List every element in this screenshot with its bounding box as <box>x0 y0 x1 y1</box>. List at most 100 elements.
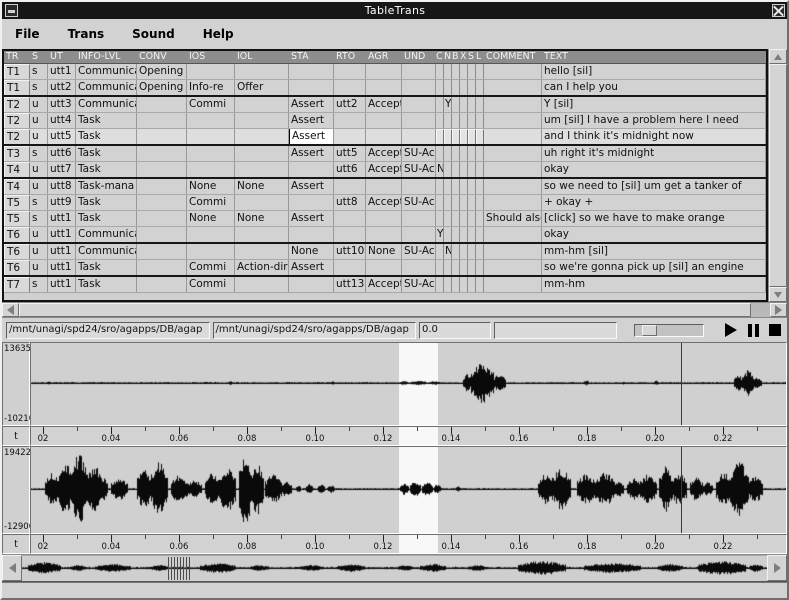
cell-l[interactable] <box>476 64 484 79</box>
cell-ut[interactable]: utt9 <box>48 195 76 210</box>
cell-n[interactable]: Y <box>444 97 452 112</box>
cell-conv[interactable] <box>137 129 187 144</box>
cell-conv[interactable]: Opening <box>137 80 187 95</box>
cell-sta[interactable]: None <box>289 244 334 259</box>
cell-s[interactable]: s <box>30 80 48 95</box>
cell-sta[interactable]: Assert <box>289 113 334 128</box>
cell-info[interactable]: Communicat <box>76 97 137 112</box>
cell-l[interactable] <box>476 162 484 177</box>
cell-x[interactable] <box>460 129 468 144</box>
cell-ios[interactable] <box>187 146 235 161</box>
cell-n[interactable] <box>444 162 452 177</box>
cell-s2[interactable] <box>468 113 476 128</box>
cell-sta[interactable] <box>289 227 334 242</box>
cell-s[interactable]: s <box>30 146 48 161</box>
cell-sta[interactable] <box>289 80 334 95</box>
menu-item-file[interactable]: File <box>15 27 40 41</box>
cell-conv[interactable] <box>137 195 187 210</box>
cell-comment[interactable] <box>484 179 542 194</box>
cell-rto[interactable] <box>334 260 366 275</box>
cell-tr[interactable]: T6 <box>4 244 30 259</box>
horizontal-scroll-thumb[interactable] <box>19 303 751 317</box>
cell-s2[interactable] <box>468 227 476 242</box>
cell-n[interactable] <box>444 146 452 161</box>
cell-agr[interactable]: Accept <box>366 146 402 161</box>
cell-conv[interactable]: Opening <box>137 64 187 79</box>
scroll-up-button[interactable] <box>769 49 787 64</box>
cell-c[interactable]: N <box>436 162 444 177</box>
cell-iol[interactable] <box>235 113 289 128</box>
cell-und[interactable] <box>402 64 436 79</box>
cell-info[interactable]: Task-mana <box>76 179 137 194</box>
cell-c[interactable] <box>436 179 444 194</box>
cell-text[interactable]: mm-hm [sil] <box>542 244 766 259</box>
audio-file-path-2[interactable]: /mnt/unagi/spd24/sro/agapps/DB/agap <box>213 322 417 339</box>
cell-comment[interactable] <box>484 244 542 259</box>
cell-text[interactable]: so we need to [sil] um get a tanker of <box>542 179 766 194</box>
cell-conv[interactable] <box>137 260 187 275</box>
cell-ios[interactable] <box>187 113 235 128</box>
cell-c[interactable]: Y <box>436 227 444 242</box>
cell-x[interactable] <box>460 227 468 242</box>
cell-l[interactable] <box>476 80 484 95</box>
cell-iol[interactable]: Action-dir <box>235 260 289 275</box>
cell-n[interactable] <box>444 195 452 210</box>
cell-x[interactable] <box>460 260 468 275</box>
cell-conv[interactable] <box>137 227 187 242</box>
cell-ios[interactable]: None <box>187 179 235 194</box>
cell-s2[interactable] <box>468 260 476 275</box>
cell-und[interactable]: SU-Ac <box>402 195 436 210</box>
cell-agr[interactable]: Accept <box>366 277 402 292</box>
cell-c[interactable] <box>436 113 444 128</box>
cell-iol[interactable] <box>235 227 289 242</box>
cell-l[interactable] <box>476 129 484 144</box>
cell-b[interactable] <box>452 179 460 194</box>
cell-x[interactable] <box>460 211 468 226</box>
cell-x[interactable] <box>460 113 468 128</box>
cell-und[interactable] <box>402 260 436 275</box>
cell-c[interactable] <box>436 195 444 210</box>
cell-b[interactable] <box>452 113 460 128</box>
cell-iol[interactable] <box>235 129 289 144</box>
cell-agr[interactable] <box>366 211 402 226</box>
cell-b[interactable] <box>452 129 460 144</box>
cell-rto[interactable] <box>334 211 366 226</box>
cell-n[interactable] <box>444 227 452 242</box>
cell-b[interactable] <box>452 80 460 95</box>
cell-iol[interactable]: None <box>235 179 289 194</box>
cell-und[interactable]: SU-Ac <box>402 244 436 259</box>
cell-ut[interactable]: utt1 <box>48 244 76 259</box>
cell-iol[interactable]: None <box>235 211 289 226</box>
cell-c[interactable] <box>436 129 444 144</box>
cell-tr[interactable]: T1 <box>4 64 30 79</box>
cell-ios[interactable] <box>187 64 235 79</box>
cell-s2[interactable] <box>468 97 476 112</box>
cell-agr[interactable] <box>366 227 402 242</box>
cell-und[interactable]: SU-Ac <box>402 162 436 177</box>
cell-n[interactable] <box>444 179 452 194</box>
cell-conv[interactable] <box>137 162 187 177</box>
time-axis-strip-1[interactable]: 020.040.060.080.100.120.140.160.180.200.… <box>30 426 787 446</box>
cell-s[interactable]: u <box>30 227 48 242</box>
cell-und[interactable]: SU-Ac <box>402 146 436 161</box>
cell-agr[interactable] <box>366 64 402 79</box>
cell-und[interactable] <box>402 179 436 194</box>
cell-text[interactable]: can I help you <box>542 80 766 95</box>
cell-ut[interactable]: utt7 <box>48 162 76 177</box>
cell-info[interactable]: Task <box>76 129 137 144</box>
cell-conv[interactable] <box>137 277 187 292</box>
vertical-scrollbar[interactable] <box>768 49 787 302</box>
cell-iol[interactable] <box>235 195 289 210</box>
cell-b[interactable] <box>452 195 460 210</box>
cell-comment[interactable] <box>484 113 542 128</box>
cell-x[interactable] <box>460 146 468 161</box>
cell-comment[interactable] <box>484 97 542 112</box>
pause-button[interactable] <box>745 322 761 338</box>
scroll-track[interactable] <box>751 303 770 317</box>
cell-text[interactable]: Y [sil] <box>542 97 766 112</box>
cell-iol[interactable]: Offer <box>235 80 289 95</box>
cell-ios[interactable]: Commi <box>187 260 235 275</box>
cell-comment[interactable]: Should also <box>484 211 542 226</box>
cell-rto[interactable]: utt13 <box>334 277 366 292</box>
cell-text[interactable]: okay <box>542 227 766 242</box>
